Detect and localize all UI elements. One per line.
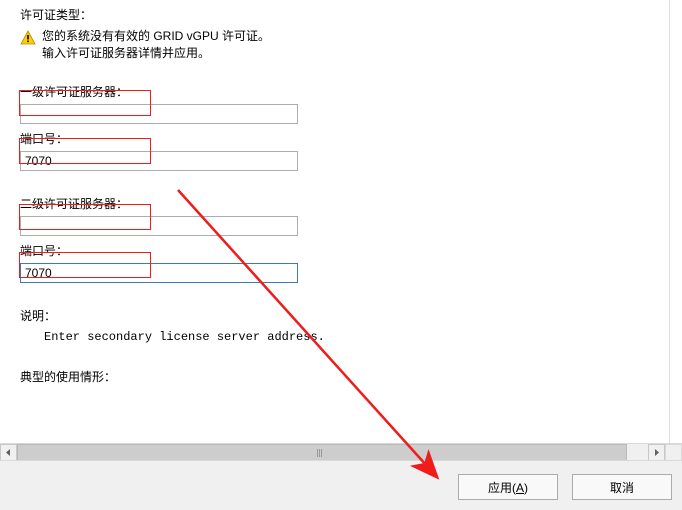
scroll-left-button[interactable] [0, 444, 17, 461]
description-label: 说明： [20, 307, 649, 324]
primary-port-label: 端口号： [20, 130, 649, 147]
warning-icon [20, 30, 36, 46]
warning-line1: 您的系统没有有效的 GRID vGPU 许可证。 [42, 27, 270, 44]
typical-usage-label: 典型的使用情形： [20, 368, 649, 385]
scroll-track[interactable] [17, 444, 648, 461]
scrollbar-corner [665, 444, 682, 461]
primary-port-input[interactable] [20, 151, 298, 171]
scroll-right-button[interactable] [648, 444, 665, 461]
primary-server-label: 一级许可证服务器： [20, 83, 649, 100]
secondary-port-input[interactable] [20, 263, 298, 283]
secondary-server-label: 二级许可证服务器： [20, 195, 649, 212]
horizontal-scrollbar[interactable] [0, 443, 682, 461]
cancel-button[interactable]: 取消 [572, 474, 672, 500]
secondary-port-label: 端口号： [20, 242, 649, 259]
apply-button[interactable]: 应用(A) [458, 474, 558, 500]
primary-server-input[interactable] [20, 104, 298, 124]
scroll-thumb[interactable] [17, 444, 627, 461]
warning-line2: 输入许可证服务器详情并应用。 [42, 44, 270, 61]
secondary-server-input[interactable] [20, 216, 298, 236]
description-text: Enter secondary license server address. [44, 330, 649, 344]
license-type-label: 许可证类型： [20, 6, 649, 23]
